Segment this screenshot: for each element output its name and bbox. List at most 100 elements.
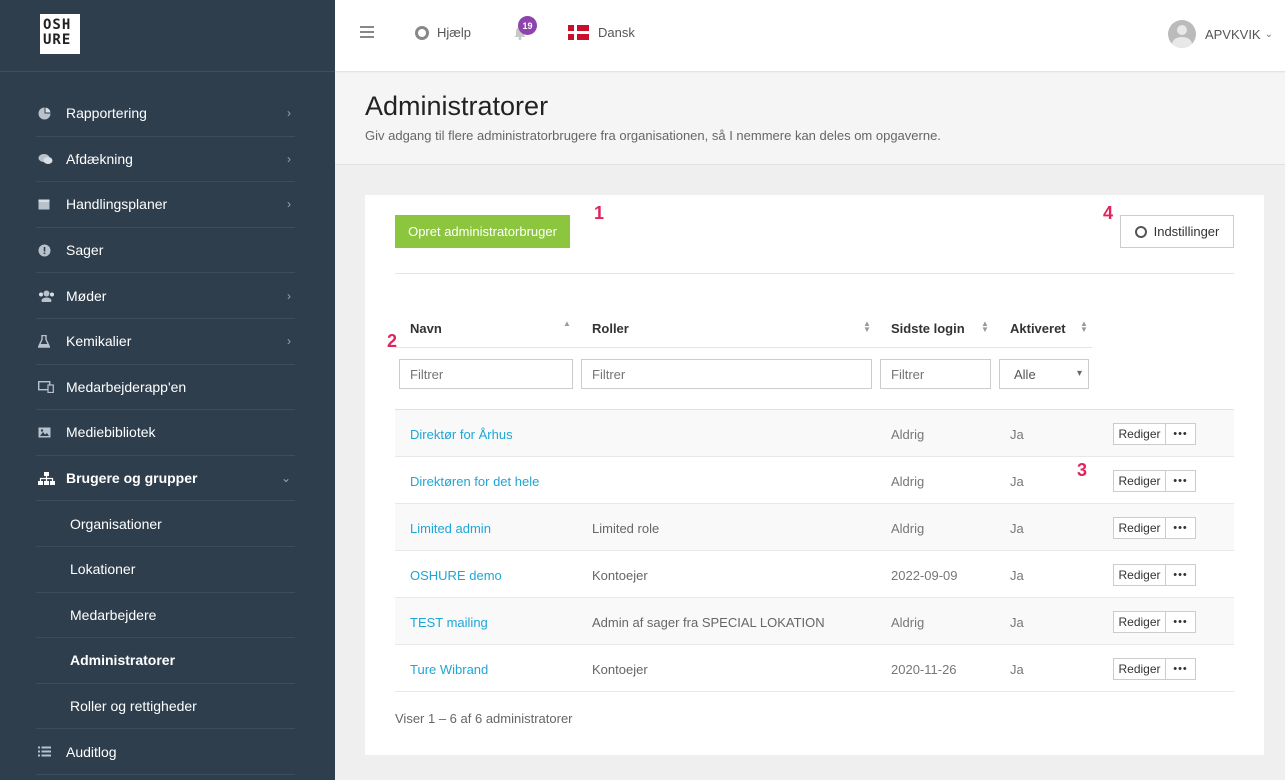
admin-role: Limited role: [592, 521, 660, 536]
row-actions: Rediger •••: [1113, 423, 1196, 445]
sidebar-item-label: Auditlog: [66, 743, 117, 760]
more-options-icon[interactable]: •••: [1166, 564, 1196, 586]
admin-name-link[interactable]: TEST mailing: [410, 615, 488, 630]
sidebar-item-rapportering[interactable]: Rapportering ›: [36, 91, 295, 137]
edit-button[interactable]: Rediger: [1113, 564, 1166, 586]
sidebar-item-brugere-og-grupper[interactable]: Brugere og grupper ⌄: [36, 456, 295, 502]
logo-area: OSH URE: [0, 0, 335, 72]
name-filter-input[interactable]: [399, 359, 573, 389]
edit-button[interactable]: Rediger: [1113, 658, 1166, 680]
row-actions: Rediger •••: [1113, 564, 1196, 586]
table-row: TEST mailing Admin af sager fra SPECIAL …: [395, 598, 1234, 645]
admin-role: Kontoejer: [592, 662, 648, 677]
user-name: APVKVIK: [1204, 26, 1261, 42]
admin-activated: Ja: [1010, 662, 1024, 677]
login-filter-input[interactable]: [880, 359, 991, 389]
sidebar-subitem-administratorer[interactable]: Administratorer: [36, 638, 295, 684]
sidebar-item-mediebibliotek[interactable]: Mediebibliotek: [36, 410, 295, 456]
top-bar: Hjælp 19 Dansk APVKVIK ⌄: [335, 0, 1285, 72]
row-actions: Rediger •••: [1113, 517, 1196, 539]
more-options-icon[interactable]: •••: [1166, 658, 1196, 680]
sidebar-subitem-roller-og-rettigheder[interactable]: Roller og rettigheder: [36, 684, 295, 730]
user-menu[interactable]: APVKVIK ⌄: [1167, 20, 1273, 48]
notification-badge[interactable]: 19: [518, 16, 537, 35]
admin-last-login: Aldrig: [891, 474, 925, 489]
admin-activated: Ja: [1010, 521, 1024, 536]
sidebar-item-label: Møder: [66, 287, 107, 304]
sidebar-item-sager[interactable]: Sager: [36, 228, 295, 274]
table-row: OSHURE demo Kontoejer 2022-09-09 Ja Redi…: [395, 551, 1234, 598]
role-filter-input[interactable]: [581, 359, 872, 389]
admin-last-login: Aldrig: [891, 427, 925, 442]
chevron-down-icon: ▾: [1076, 368, 1082, 379]
table-row: Direktør for Århus Aldrig Ja Rediger •••: [395, 410, 1234, 457]
edit-button[interactable]: Rediger: [1113, 470, 1166, 492]
alert-circle-icon: [38, 244, 60, 257]
edit-button[interactable]: Rediger: [1113, 517, 1166, 539]
chevron-right-icon: ›: [287, 106, 291, 121]
sidebar-item-handlingsplaner[interactable]: Handlingsplaner ›: [36, 182, 295, 228]
people-icon: [38, 290, 60, 302]
column-header-aktiveret[interactable]: Aktiveret: [1010, 321, 1066, 336]
table-body: Direktør for Århus Aldrig Ja Rediger •••…: [395, 409, 1234, 692]
sidebar-item-medarbejderappen[interactable]: Medarbejderapp'en: [36, 365, 295, 411]
sidebar-item-label: Handlingsplaner: [66, 196, 168, 213]
more-options-icon[interactable]: •••: [1166, 423, 1196, 445]
admin-role: Kontoejer: [592, 568, 648, 583]
more-options-icon[interactable]: •••: [1166, 517, 1196, 539]
sidebar-subitem-label: Organisationer: [70, 515, 162, 532]
annotation-4: 4: [1103, 203, 1114, 223]
hamburger-menu-icon[interactable]: [360, 26, 374, 41]
column-header-sidste-login[interactable]: Sidste login: [891, 321, 965, 336]
table-header: Navn ▲ Roller ▲ ▼ Sidste login ▲ ▼ Aktiver…: [395, 311, 1092, 348]
admin-activated: Ja: [1010, 427, 1024, 442]
admin-last-login: 2022-09-09: [891, 568, 958, 583]
admin-panel: Opret administratorbruger 1 4 Indstillin…: [365, 195, 1264, 755]
more-options-icon[interactable]: •••: [1166, 611, 1196, 633]
lifebuoy-icon: [415, 25, 429, 40]
sidebar-item-label: Afdækning: [66, 150, 133, 167]
danish-flag-icon: [568, 25, 589, 40]
sidebar-subitem-organisationer[interactable]: Organisationer: [36, 501, 295, 547]
create-admin-button[interactable]: Opret administratorbruger: [395, 215, 570, 248]
avatar: [1167, 20, 1196, 48]
sidebar-item-kemikalier[interactable]: Kemikalier ›: [36, 319, 295, 365]
chevron-right-icon: ›: [287, 151, 291, 166]
oshure-logo[interactable]: OSH URE: [40, 14, 80, 54]
activated-filter-select[interactable]: Alle ▾: [999, 359, 1089, 389]
sort-icon[interactable]: ▲ ▼: [863, 320, 871, 334]
column-header-navn[interactable]: Navn: [410, 321, 442, 336]
settings-label: Indstillinger: [1153, 224, 1220, 239]
page-title: Administratorer: [365, 91, 549, 121]
admin-name-link[interactable]: OSHURE demo: [410, 568, 502, 583]
sidebar-item-moder[interactable]: Møder ›: [36, 273, 295, 319]
settings-button[interactable]: Indstillinger: [1120, 215, 1234, 248]
logo-line-1: OSH: [43, 17, 72, 33]
sidebar-item-afdaekning[interactable]: Afdækning ›: [36, 137, 295, 183]
sidebar: OSH URE Rapportering › Afdækning › Handl…: [0, 0, 335, 780]
admin-activated: Ja: [1010, 474, 1024, 489]
admin-last-login: Aldrig: [891, 521, 925, 536]
sort-icon[interactable]: ▲ ▼: [981, 320, 989, 334]
admin-name-link[interactable]: Direktør for Århus: [410, 427, 513, 442]
sidebar-subitem-lokationer[interactable]: Lokationer: [36, 547, 295, 593]
sidebar-subitem-medarbejdere[interactable]: Medarbejdere: [36, 593, 295, 639]
activated-filter-value: Alle: [1014, 367, 1036, 382]
devices-icon: [38, 380, 60, 393]
table-row: Ture Wibrand Kontoejer 2020-11-26 Ja Red…: [395, 645, 1234, 692]
edit-button[interactable]: Rediger: [1113, 423, 1166, 445]
help-link[interactable]: Hjælp: [415, 25, 471, 40]
sidebar-item-auditlog[interactable]: Auditlog: [36, 729, 295, 775]
admin-name-link[interactable]: Direktøren for det hele: [410, 474, 539, 489]
more-options-icon[interactable]: •••: [1166, 470, 1196, 492]
language-selector[interactable]: Dansk: [568, 25, 635, 40]
admin-name-link[interactable]: Limited admin: [410, 521, 491, 536]
edit-button[interactable]: Rediger: [1113, 611, 1166, 633]
admin-name-link[interactable]: Ture Wibrand: [410, 662, 488, 677]
row-actions: Rediger •••: [1113, 658, 1196, 680]
page-subtitle: Giv adgang til flere administratorbruger…: [365, 128, 941, 143]
column-header-roller[interactable]: Roller: [592, 321, 629, 336]
sort-icon[interactable]: ▲ ▼: [1080, 320, 1088, 334]
chevron-right-icon: ›: [287, 334, 291, 349]
sort-asc-icon[interactable]: ▲: [563, 320, 571, 328]
